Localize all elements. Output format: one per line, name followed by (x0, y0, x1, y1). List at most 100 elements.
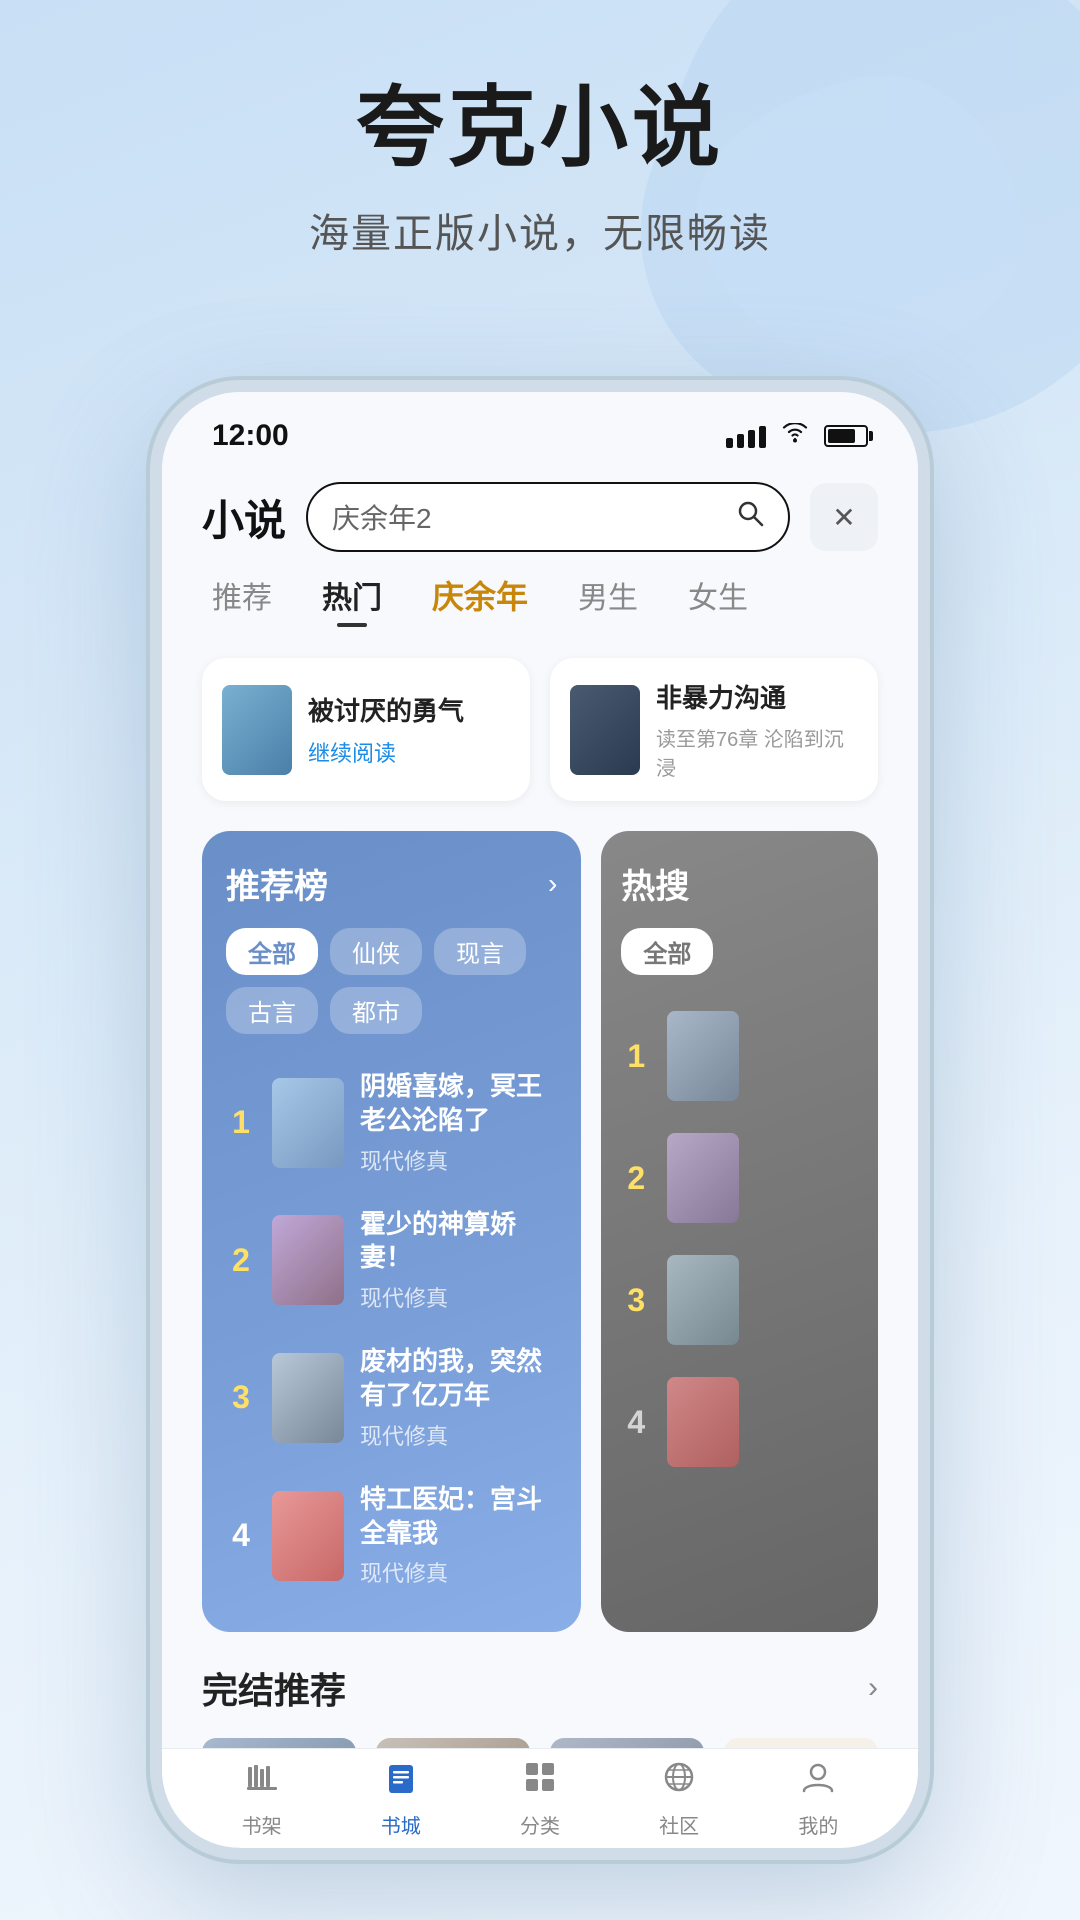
hot-book-2[interactable]: 2 (621, 1117, 858, 1239)
rec-book-thumb-1 (272, 1078, 344, 1168)
hot-book-4[interactable]: 4 (621, 1361, 858, 1483)
phone-mockup: 12:00 (150, 380, 930, 1860)
rec-book-1[interactable]: 1 阴婚喜嫁，冥王老公沦陷了 现代修真 (226, 1054, 557, 1192)
hot-panel-title: 热搜 (621, 859, 689, 908)
phone-frame: 12:00 (150, 380, 930, 1860)
rec-book-info-3: 废材的我，突然有了亿万年 现代修真 (360, 1345, 557, 1451)
rec-book-info-1: 阴婚喜嫁，冥王老公沦陷了 现代修真 (360, 1070, 557, 1176)
battery-icon (824, 425, 868, 447)
hot-book-thumb-3 (667, 1255, 739, 1345)
rec-book-title-4: 特工医妃：宫斗全靠我 (360, 1483, 557, 1551)
rec-book-genre-3: 现代修真 (360, 1419, 557, 1451)
hot-book-1[interactable]: 1 (621, 995, 858, 1117)
rec-book-genre-4: 现代修真 (360, 1556, 557, 1588)
completed-title: 完结推荐 (202, 1662, 346, 1714)
hot-rank-3: 3 (621, 1282, 651, 1319)
rank-2: 2 (226, 1242, 256, 1279)
rank-4: 4 (226, 1517, 256, 1554)
bottom-nav: 书架 书城 (162, 1748, 918, 1848)
hot-book-thumb-4 (667, 1377, 739, 1467)
hot-rank-2: 2 (621, 1160, 651, 1197)
hot-panel-header: 热搜 (621, 859, 858, 908)
reading-card-2[interactable]: 非暴力沟通 读至第76章 沦陷到沉浸 (550, 658, 878, 801)
community-icon (661, 1759, 697, 1804)
reading-title-2: 非暴力沟通 (656, 678, 858, 715)
hot-categories: 全部 (621, 928, 858, 975)
search-bar[interactable]: 庆余年2 (306, 482, 790, 552)
tab-recommend[interactable]: 推荐 (212, 573, 272, 627)
rank-1: 1 (226, 1104, 256, 1141)
rec-panel: 推荐榜 › 全部 仙侠 现言 古言 都市 1 (202, 831, 581, 1632)
tab-male[interactable]: 男生 (578, 573, 638, 627)
rec-book-title-2: 霍少的神算娇妻！ (360, 1208, 557, 1276)
app-title: 夸克小说 (0, 80, 1080, 177)
panels-row: 推荐榜 › 全部 仙侠 现言 古言 都市 1 (162, 831, 918, 1632)
reading-sub-2: 读至第76章 沦陷到沉浸 (656, 723, 858, 781)
rec-book-title-3: 废材的我，突然有了亿万年 (360, 1345, 557, 1413)
status-time: 12:00 (212, 419, 289, 453)
hot-book-thumb-2 (667, 1133, 739, 1223)
hot-book-3[interactable]: 3 (621, 1239, 858, 1361)
rec-categories: 全部 仙侠 现言 古言 都市 (226, 928, 557, 1034)
category-icon (522, 1759, 558, 1804)
search-icon[interactable] (736, 499, 764, 535)
book-cover-2 (570, 685, 640, 775)
rec-book-title-1: 阴婚喜嫁，冥王老公沦陷了 (360, 1070, 557, 1138)
nav-bookstore-label: 书城 (381, 1810, 421, 1839)
reading-title-1: 被讨厌的勇气 (308, 691, 510, 728)
rec-book-3[interactable]: 3 废材的我，突然有了亿万年 现代修真 (226, 1329, 557, 1467)
nav-shelf[interactable]: 书架 (242, 1759, 282, 1839)
rec-book-genre-1: 现代修真 (360, 1144, 557, 1176)
hot-rank-4: 4 (621, 1404, 651, 1441)
phone-inner: 12:00 (162, 392, 918, 1848)
chip-all[interactable]: 全部 (226, 928, 318, 975)
chip-xianxia[interactable]: 仙侠 (330, 928, 422, 975)
completed-section-header: 完结推荐 › (202, 1662, 878, 1714)
wifi-icon (782, 422, 808, 450)
rec-book-thumb-4 (272, 1491, 344, 1581)
app-header: 小说 庆余年2 ✕ (162, 462, 918, 572)
nav-community-label: 社区 (659, 1810, 699, 1839)
rec-panel-arrow[interactable]: › (548, 868, 557, 900)
app-subtitle: 海量正版小说，无限畅读 (0, 201, 1080, 259)
rec-book-info-4: 特工医妃：宫斗全靠我 现代修真 (360, 1483, 557, 1589)
rec-book-thumb-3 (272, 1353, 344, 1443)
rec-book-4[interactable]: 4 特工医妃：宫斗全靠我 现代修真 (226, 1467, 557, 1605)
chip-guyan[interactable]: 古言 (226, 987, 318, 1034)
tab-female[interactable]: 女生 (688, 573, 748, 627)
rec-book-genre-2: 现代修真 (360, 1281, 557, 1313)
nav-profile[interactable]: 我的 (798, 1759, 838, 1839)
rec-panel-header: 推荐榜 › (226, 859, 557, 908)
chip-dushi[interactable]: 都市 (330, 987, 422, 1034)
close-button[interactable]: ✕ (810, 483, 878, 551)
nav-category-label: 分类 (520, 1810, 560, 1839)
tab-hot[interactable]: 热门 (322, 573, 382, 627)
nav-community[interactable]: 社区 (659, 1759, 699, 1839)
completed-arrow[interactable]: › (868, 1671, 878, 1705)
hero-area: 夸克小说 海量正版小说，无限畅读 (0, 80, 1080, 259)
nav-category[interactable]: 分类 (520, 1759, 560, 1839)
rec-panel-title: 推荐榜 (226, 859, 328, 908)
hot-rank-1: 1 (621, 1038, 651, 1075)
nav-shelf-label: 书架 (242, 1810, 282, 1839)
rec-book-thumb-2 (272, 1215, 344, 1305)
reading-info-1: 被讨厌的勇气 继续阅读 (308, 691, 510, 768)
rec-book-2[interactable]: 2 霍少的神算娇妻！ 现代修真 (226, 1192, 557, 1330)
chip-xiandai[interactable]: 现言 (434, 928, 526, 975)
status-icons (726, 422, 868, 450)
nav-bookstore[interactable]: 书城 (381, 1759, 421, 1839)
signal-icon (726, 424, 766, 448)
bookstore-icon (383, 1759, 419, 1804)
app-content: 被讨厌的勇气 继续阅读 非暴力沟通 读至第76章 沦陷到沉浸 (162, 648, 918, 1848)
hot-chip-all[interactable]: 全部 (621, 928, 713, 975)
book-cover-1 (222, 685, 292, 775)
rec-book-info-2: 霍少的神算娇妻！ 现代修真 (360, 1208, 557, 1314)
reading-info-2: 非暴力沟通 读至第76章 沦陷到沉浸 (656, 678, 858, 781)
reading-card-1[interactable]: 被讨厌的勇气 继续阅读 (202, 658, 530, 801)
search-text: 庆余年2 (332, 497, 722, 537)
app-logo-title: 小说 (202, 487, 286, 548)
rank-3: 3 (226, 1379, 256, 1416)
nav-tabs: 推荐 热门 庆余年 男生 女生 (162, 572, 918, 628)
profile-icon (800, 1759, 836, 1804)
tab-qingyunian[interactable]: 庆余年 (432, 572, 528, 628)
